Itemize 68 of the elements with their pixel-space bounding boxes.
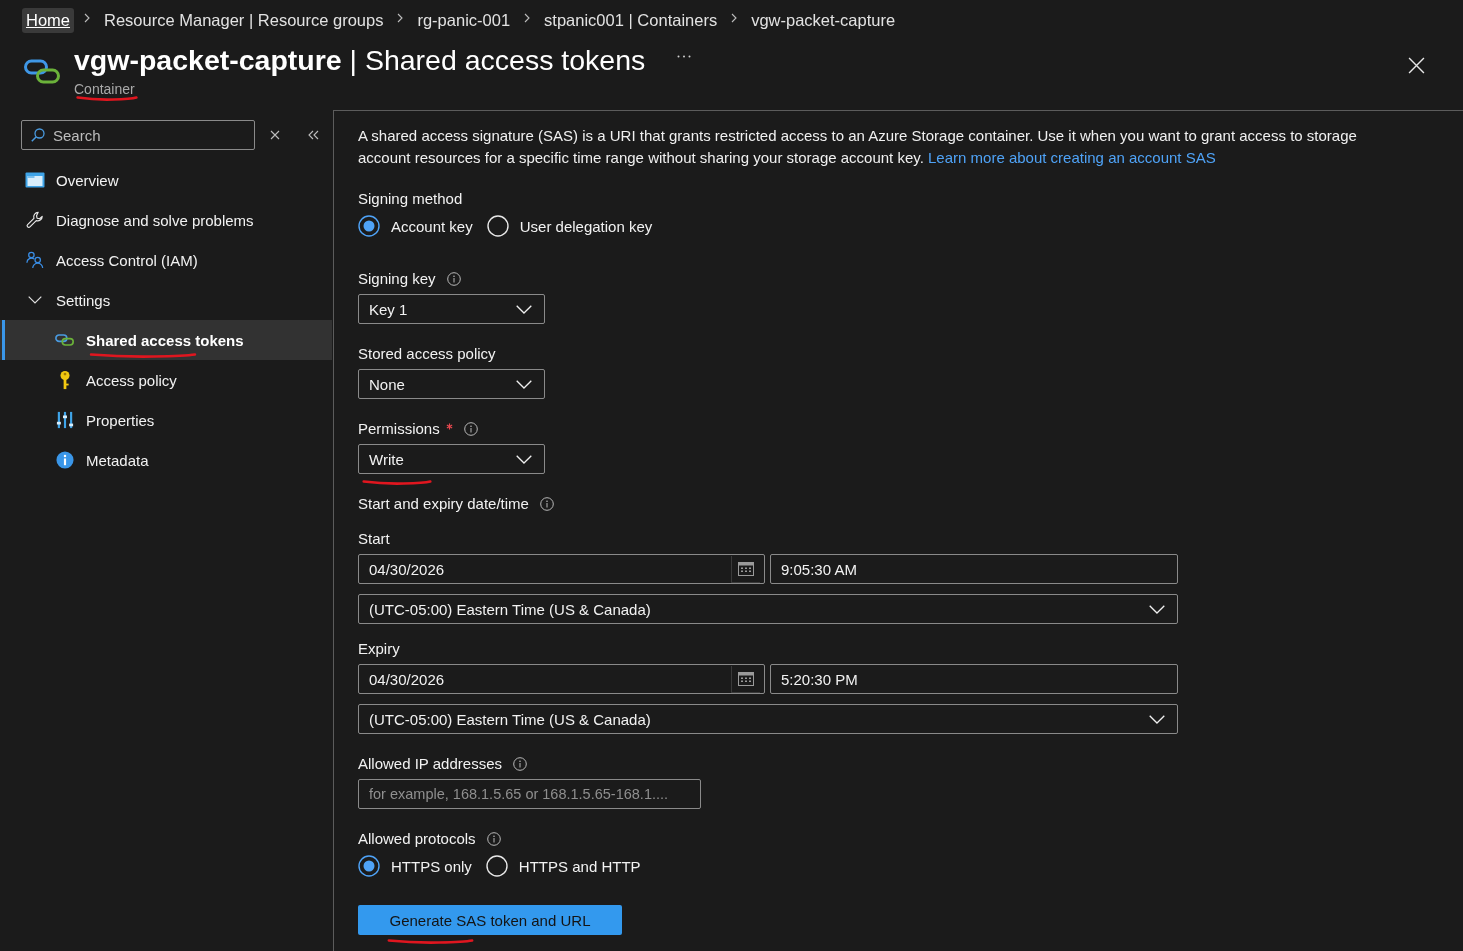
info-icon <box>55 451 75 469</box>
nav-item[interactable]: Access Control (IAM) <box>0 240 332 280</box>
dropdown[interactable]: (UTC-05:00) Eastern Time (US & Canada) <box>358 704 1178 734</box>
nav-item[interactable]: Shared access tokens <box>0 320 332 360</box>
date-input[interactable]: 04/30/2026 <box>358 664 765 694</box>
double-chevron-left-icon <box>307 130 319 140</box>
breadcrumb-link[interactable]: Home <box>22 7 74 33</box>
chevron-down-icon <box>516 304 532 314</box>
people-icon <box>25 251 45 269</box>
time-input[interactable]: 9:05:30 AM <box>770 554 1178 584</box>
key-icon <box>59 370 71 390</box>
field-label: Permissions <box>358 419 440 439</box>
nav-item[interactable]: Settings <box>0 280 332 320</box>
chevron-right-icon <box>84 13 90 23</box>
page-title: vgw-packet-capture | Shared access tokens <box>74 43 646 78</box>
nav-item[interactable]: Diagnose and solve problems <box>0 200 332 240</box>
field-label: Allowed protocols <box>358 829 476 849</box>
time-input[interactable]: 5:20:30 PM <box>770 664 1178 694</box>
radio-option[interactable]: Account key <box>358 215 473 237</box>
chain-link-icon <box>24 58 61 85</box>
chevron-down-icon <box>1149 714 1165 724</box>
sliders-icon <box>55 411 75 429</box>
calendar-icon <box>738 671 754 686</box>
radio-button[interactable] <box>358 215 380 237</box>
search-icon <box>31 128 45 142</box>
chevron-right-icon <box>397 13 404 23</box>
date-input[interactable]: 04/30/2026 <box>358 554 765 584</box>
radio-button[interactable] <box>358 855 380 877</box>
chevron-right-icon <box>524 13 531 23</box>
breadcrumb-link[interactable]: rg-panic-001 <box>413 7 515 33</box>
nav-item[interactable]: Metadata <box>0 440 332 480</box>
close-icon <box>1408 57 1425 74</box>
ellipsis-icon <box>677 54 692 58</box>
description-text: A shared access signature (SAS) is a URI that grants restricted access to an Azure Storage container. Use it when you want to grant access to storage account resources for a specific time range without sharing your storage account key. Learn more about creating an account SAS <box>358 126 1358 168</box>
dropdown[interactable]: (UTC-05:00) Eastern Time (US & Canada) <box>358 594 1178 624</box>
close-icon <box>270 130 280 140</box>
search-field[interactable]: Search <box>21 120 255 150</box>
chevron-down-icon <box>516 379 532 389</box>
field-label: Expiry <box>358 639 400 659</box>
field-label: Start <box>358 529 390 549</box>
chevron-down-icon <box>1149 604 1165 614</box>
field-label: Signing key <box>358 269 436 289</box>
generate-button[interactable]: Generate SAS token and URL <box>358 905 622 935</box>
field-label: Allowed IP addresses <box>358 754 502 774</box>
nav-item[interactable]: Properties <box>0 400 332 440</box>
page-subtitle: Container <box>74 80 135 98</box>
nav-item[interactable]: Overview <box>0 160 332 200</box>
chain-link-icon <box>55 331 75 349</box>
chevron-down-icon <box>516 454 532 464</box>
breadcrumb-link[interactable]: stpanic001 | Containers <box>540 7 722 33</box>
dropdown[interactable]: Key 1 <box>358 294 545 324</box>
field-label: Signing method <box>358 189 463 209</box>
learn-more-link[interactable]: Learn more about creating an account SAS <box>928 149 1216 166</box>
nav-item[interactable]: Access policy <box>0 360 332 400</box>
dropdown[interactable]: Write <box>358 444 545 474</box>
window-icon <box>25 171 45 189</box>
field-label: Start and expiry date/time <box>358 494 529 514</box>
text-input[interactable]: for example, 168.1.5.65 or 168.1.5.65-168.1.... <box>358 779 701 809</box>
radio-option[interactable]: HTTPS and HTTP <box>485 855 641 877</box>
chevron-right-icon <box>731 13 738 23</box>
breadcrumb-link[interactable]: Resource Manager | Resource groups <box>100 7 388 33</box>
radio-option[interactable]: HTTPS only <box>358 855 472 877</box>
radio-option[interactable]: User delegation key <box>486 215 653 237</box>
wrench-icon <box>25 211 45 229</box>
calendar-icon <box>738 561 754 576</box>
breadcrumb-link[interactable]: vgw-packet-capture <box>747 7 900 33</box>
dropdown[interactable]: None <box>358 369 545 399</box>
field-label: Stored access policy <box>358 344 496 364</box>
